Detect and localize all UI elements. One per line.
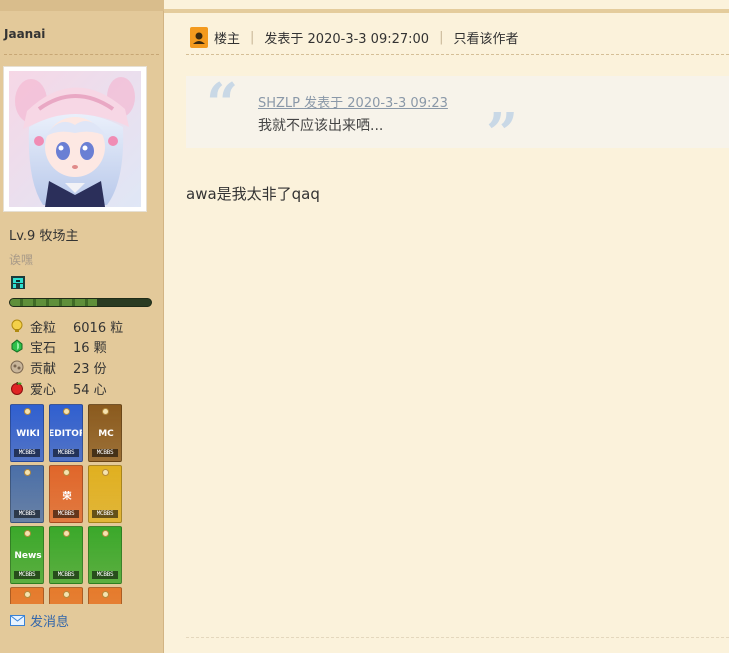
- medal-hole: [63, 408, 70, 415]
- medal-hole: [24, 408, 31, 415]
- medal-list: WIKI MCBBS EDITOR MCBBS MC MCBBS MCBBS 荣 MCBBS MC…: [10, 404, 124, 604]
- stat-love: 爱心 54 心: [10, 379, 107, 398]
- medal-hole: [24, 591, 31, 598]
- stat-value: 23 份: [73, 361, 107, 377]
- editor-medal[interactable]: EDITOR MCBBS: [49, 404, 83, 462]
- stat-value: 6016 粒: [73, 320, 124, 336]
- medal-glyph: MC: [98, 429, 114, 439]
- quote-author-link[interactable]: SHZLP 发表于 2020-3-3 09:23: [258, 92, 448, 111]
- only-author-link[interactable]: 只看该作者: [453, 28, 518, 47]
- medal-glyph: EDITOR: [49, 429, 83, 439]
- send-message-link[interactable]: 发消息: [10, 611, 69, 630]
- stat-gem: 宝石 16 颗: [10, 337, 107, 356]
- medal-glyph: [93, 542, 119, 570]
- quote-block: “ SHZLP 发表于 2020-3-3 09:23 我就不应该出来哂... ”: [186, 71, 729, 162]
- medal-mark: MCBBS: [53, 571, 79, 579]
- stat-value: 54 心: [73, 382, 107, 398]
- medal-hole: [63, 530, 70, 537]
- medal-glyph: [54, 603, 80, 604]
- user-group-icon: [9, 273, 27, 291]
- stat-contribution: 贡献 23 份: [10, 358, 107, 377]
- stat-label: 爱心: [30, 382, 57, 398]
- gold-nugget-icon: [10, 319, 24, 333]
- header-separator: |: [250, 29, 255, 45]
- thread-starter-icon: [190, 26, 208, 48]
- stat-label: 金粒: [30, 320, 57, 336]
- post-header: 楼主 | 发表于 2020-3-3 09:27:00 | 只看该作者: [190, 26, 518, 48]
- medal-mark: MCBBS: [92, 449, 118, 457]
- emerald-icon: [10, 339, 24, 353]
- apple-heart-icon: [10, 381, 24, 395]
- medal-mark: MCBBS: [92, 510, 118, 518]
- post-header-divider: [186, 54, 729, 55]
- medal-hole: [102, 591, 109, 598]
- header-separator: |: [439, 29, 444, 45]
- orange-medal-2[interactable]: [49, 587, 83, 604]
- contribution-icon: [10, 360, 24, 374]
- medal-mark: MCBBS: [14, 510, 40, 518]
- medal-hole: [63, 469, 70, 476]
- medal-glyph: [93, 603, 119, 604]
- open-quote-icon: “: [206, 71, 239, 137]
- medal-mark: MCBBS: [92, 571, 118, 579]
- floor-label: 楼主: [214, 31, 241, 47]
- rong-medal[interactable]: 荣 MCBBS: [49, 465, 83, 523]
- medal-glyph: [54, 542, 80, 570]
- avatar[interactable]: [3, 66, 147, 212]
- author-sidebar: Jaanai Lv.9 牧场主 诶嘿 金粒 6016 粒 宝石 16 颗 贡献 …: [0, 0, 164, 653]
- medal-hole: [102, 530, 109, 537]
- medal-hole: [24, 530, 31, 537]
- quote-text: 我就不应该出来哂...: [258, 118, 384, 134]
- stat-label: 贡献: [30, 361, 57, 377]
- send-message-label: 发消息: [30, 615, 70, 630]
- medal-mark: MCBBS: [53, 449, 79, 457]
- medal-glyph: 荣: [62, 491, 72, 502]
- news-medal[interactable]: News MCBBS: [10, 526, 44, 584]
- medal-mark: MCBBS: [14, 449, 40, 457]
- medal-glyph: [93, 481, 119, 509]
- medal-hole: [102, 469, 109, 476]
- post-timestamp: 发表于 2020-3-3 09:27:00: [264, 31, 430, 47]
- medal-hole: [102, 408, 109, 415]
- wiki-medal[interactable]: WIKI MCBBS: [10, 404, 44, 462]
- medal-glyph: WIKI: [16, 429, 40, 439]
- medal-glyph: [15, 481, 41, 509]
- medal-mark: MCBBS: [53, 510, 79, 518]
- sidebar-divider: [4, 54, 159, 55]
- bread-medal[interactable]: MCBBS: [10, 465, 44, 523]
- user-custom-title: 诶嘿: [9, 253, 34, 267]
- envelope-icon: [10, 615, 25, 626]
- post-footer-divider: [186, 637, 729, 638]
- experience-bar: [9, 298, 152, 307]
- no-bug-medal[interactable]: MCBBS: [88, 526, 122, 584]
- stat-value: 16 颗: [73, 340, 107, 356]
- medal-hole: [24, 469, 31, 476]
- medal-hole: [63, 591, 70, 598]
- book-medal[interactable]: MCBBS: [49, 526, 83, 584]
- post-body: awa是我太非了qaq: [186, 185, 320, 203]
- orange-medal-1[interactable]: [10, 587, 44, 604]
- avatar-image: [9, 71, 141, 207]
- post-top-band: [164, 9, 729, 13]
- medal-glyph: [15, 603, 41, 604]
- medal-glyph: News: [14, 551, 42, 561]
- miner-medal[interactable]: MCBBS: [88, 465, 122, 523]
- orange-medal-3[interactable]: [88, 587, 122, 604]
- stat-gold: 金粒 6016 粒: [10, 317, 124, 336]
- close-quote-icon: ”: [486, 101, 519, 167]
- sidebar-top-band: [0, 0, 164, 11]
- stat-label: 宝石: [30, 340, 57, 356]
- mc-paper-medal[interactable]: MC MCBBS: [88, 404, 122, 462]
- author-username[interactable]: Jaanai: [4, 27, 45, 41]
- experience-bar-fill: [10, 299, 98, 306]
- user-level[interactable]: Lv.9 牧场主: [9, 225, 78, 244]
- medal-mark: MCBBS: [14, 571, 40, 579]
